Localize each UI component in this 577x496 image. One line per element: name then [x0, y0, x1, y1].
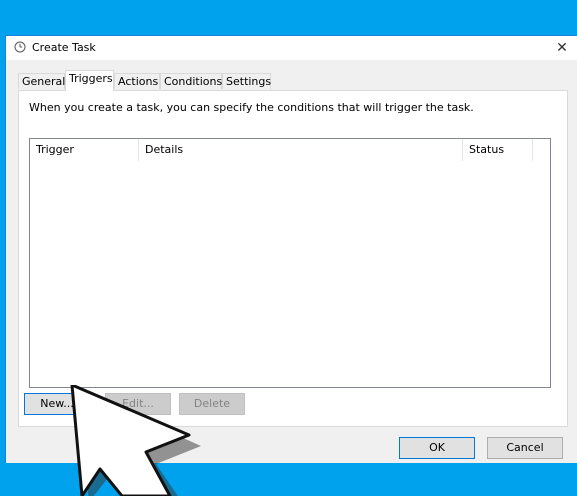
close-button[interactable]: ✕ [547, 36, 577, 60]
cancel-button[interactable]: Cancel [487, 437, 563, 459]
ok-button[interactable]: OK [399, 437, 475, 459]
tab-triggers[interactable]: Triggers [65, 70, 114, 91]
column-header-details[interactable]: Details [139, 139, 463, 161]
tab-general[interactable]: General [18, 73, 65, 89]
window-title: Create Task [32, 41, 96, 54]
list-header: Trigger Details Status [30, 139, 550, 161]
clock-icon [14, 41, 26, 53]
column-header-trigger[interactable]: Trigger [30, 139, 139, 161]
column-header-status[interactable]: Status [463, 139, 533, 161]
triggers-list[interactable]: Trigger Details Status [29, 138, 551, 388]
triggers-description: When you create a task, you can specify … [29, 101, 474, 114]
triggers-panel: When you create a task, you can specify … [18, 90, 568, 427]
title-bar: Create Task ✕ [6, 36, 577, 60]
tab-actions[interactable]: Actions [114, 73, 160, 89]
tab-conditions[interactable]: Conditions [160, 73, 222, 89]
pointer-cursor-icon [70, 385, 201, 496]
tab-settings[interactable]: Settings [222, 73, 271, 89]
